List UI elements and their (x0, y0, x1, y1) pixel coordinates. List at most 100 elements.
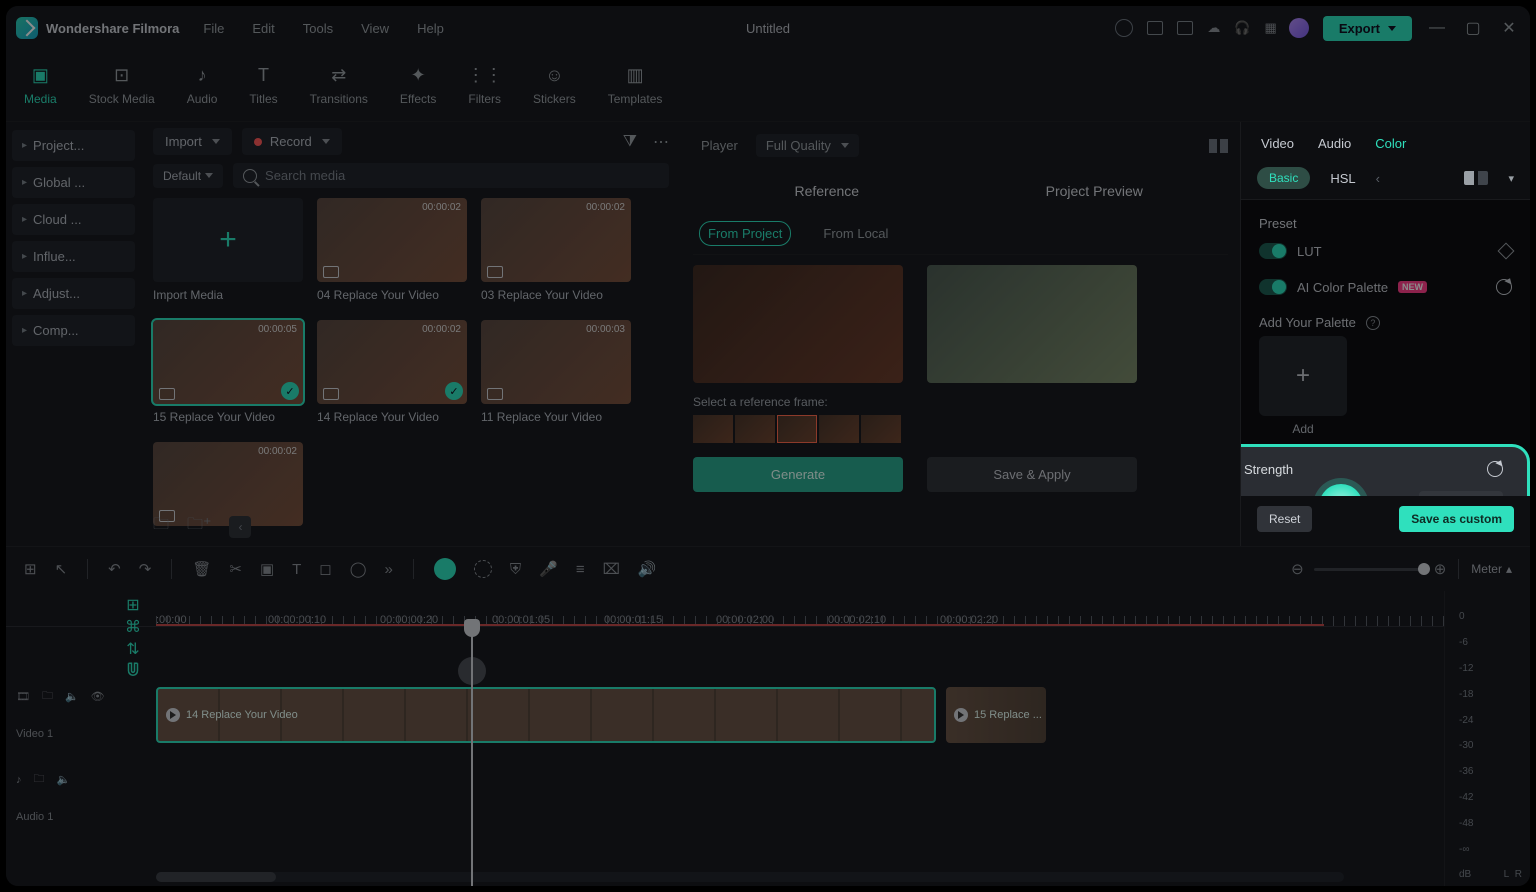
eye-icon[interactable]: 👁 (91, 690, 105, 703)
inspector-tab-audio[interactable]: Audio (1318, 136, 1351, 151)
menu-tools[interactable]: Tools (303, 21, 333, 36)
reference-frame-strip[interactable] (693, 415, 1228, 443)
inspector-tab-video[interactable]: Video (1261, 136, 1294, 151)
tab-filters[interactable]: ⋮⋮Filters (468, 66, 501, 106)
save-apply-button[interactable]: Save & Apply (927, 457, 1137, 492)
tab-titles[interactable]: TTitles (249, 66, 277, 106)
filter-icon[interactable]: ⧩ (623, 133, 637, 151)
source-from-local[interactable]: From Local (815, 222, 896, 245)
tab-effects[interactable]: ✦Effects (400, 66, 436, 106)
pointer-icon[interactable]: ↖ (55, 560, 68, 578)
subtab-hsl[interactable]: HSL (1330, 171, 1355, 186)
menu-file[interactable]: File (203, 21, 224, 36)
timeline-scrollbar[interactable] (156, 872, 1344, 882)
shape-icon[interactable]: ◻ (319, 560, 331, 578)
quality-select[interactable]: Full Quality (756, 134, 859, 157)
device-icon[interactable]: ⌧ (603, 560, 620, 578)
more-tools-icon[interactable]: » (385, 561, 393, 578)
import-media-tile[interactable]: + (153, 198, 303, 282)
timeline-clip[interactable]: 15 Replace ... (946, 687, 1046, 743)
adjust-track-icon[interactable]: ⇅ (126, 639, 139, 659)
minimize-button[interactable]: — (1426, 19, 1448, 37)
help-icon[interactable]: ? (1366, 316, 1380, 330)
tab-transitions[interactable]: ⇄Transitions (310, 66, 368, 106)
close-button[interactable]: ✕ (1498, 18, 1520, 38)
save-as-custom-button[interactable]: Save as custom (1399, 506, 1514, 532)
menu-view[interactable]: View (361, 21, 389, 36)
tree-compound[interactable]: Comp... (12, 315, 135, 346)
tab-stock-media[interactable]: ⊡Stock Media (89, 66, 155, 106)
keyframe-icon[interactable] (1498, 243, 1515, 260)
sound-icon[interactable]: 🔊 (638, 560, 657, 578)
tree-adjust[interactable]: Adjust... (12, 278, 135, 309)
search-input[interactable]: Search media (233, 163, 669, 188)
reset-button[interactable]: Reset (1257, 506, 1312, 532)
tree-global[interactable]: Global ... (12, 167, 135, 198)
audio-track-head[interactable]: ♪ 🗀 🔈 (16, 770, 146, 789)
compare-view-icon[interactable] (1464, 171, 1488, 185)
ai-palette-toggle[interactable] (1259, 279, 1287, 295)
media-thumb[interactable]: 00:00:02✓ (317, 320, 467, 404)
new-folder-icon[interactable]: 🗀 (153, 513, 169, 540)
shield-icon[interactable]: ⛨ (510, 561, 521, 578)
tab-audio[interactable]: ♪Audio (187, 66, 218, 106)
project-preview[interactable] (927, 265, 1137, 383)
zoom-slider[interactable] (1314, 568, 1424, 571)
tracking-icon[interactable] (474, 560, 492, 578)
tree-influencer[interactable]: Influe... (12, 241, 135, 272)
media-thumb[interactable]: 00:00:02 (317, 198, 467, 282)
split-icon[interactable]: ✂ (229, 560, 242, 578)
cloud-icon[interactable]: ☁ (1207, 20, 1220, 36)
tree-cloud[interactable]: Cloud ... (12, 204, 135, 235)
zoom-out-icon[interactable]: ⊖ (1291, 560, 1304, 578)
undo-icon[interactable]: ↶ (108, 560, 121, 578)
reset-ai-palette-icon[interactable] (1496, 279, 1512, 295)
sort-select[interactable]: Default (153, 164, 223, 188)
mute-icon[interactable]: 🔈 (65, 690, 79, 703)
subtab-basic[interactable]: Basic (1257, 167, 1310, 189)
reset-strength-icon[interactable] (1487, 461, 1503, 477)
mic-icon[interactable]: 🎤 (539, 560, 558, 578)
strength-slider-knob[interactable] (1319, 484, 1363, 496)
link-icon[interactable]: ⌘ (125, 617, 141, 637)
export-button[interactable]: Export (1323, 16, 1412, 41)
zoom-in-icon[interactable]: ⊕ (1434, 560, 1447, 578)
tab-templates[interactable]: ▥Templates (608, 66, 663, 106)
menu-edit[interactable]: Edit (252, 21, 274, 36)
tree-project[interactable]: Project... (12, 130, 135, 161)
user-avatar[interactable] (1289, 18, 1309, 38)
mute-icon[interactable]: 🔈 (57, 773, 71, 786)
timeline-clip[interactable]: 14 Replace Your Video (156, 687, 936, 743)
more-icon[interactable]: ⋯ (653, 132, 669, 152)
timeline-ruler[interactable]: :00:00 00:00:00:10 00:00:00:20 00:00:01:… (6, 591, 1444, 627)
new-bin-icon[interactable]: 🗀⁺ (187, 513, 211, 540)
headset-icon[interactable]: 🎧 (1234, 20, 1250, 36)
playhead[interactable] (471, 629, 473, 886)
text-icon[interactable]: T (292, 561, 301, 578)
mask-icon[interactable]: ◯ (350, 560, 367, 578)
meter-label[interactable]: Meter ▴ (1471, 562, 1512, 576)
track-area[interactable]: ⊞ ⌘ ⇅ :00:00 00:00:00:10 00:00:00:20 00:… (6, 591, 1444, 886)
menu-help[interactable]: Help (417, 21, 444, 36)
save-icon[interactable] (1177, 21, 1193, 35)
apps-grid-icon[interactable]: ▦ (1265, 20, 1275, 36)
reference-preview[interactable] (693, 265, 903, 383)
delete-icon[interactable]: 🗑 (192, 560, 211, 578)
redo-icon[interactable]: ↷ (139, 560, 152, 578)
folder-icon[interactable]: 🗀 (34, 770, 45, 789)
layout-icon[interactable] (1147, 21, 1163, 35)
magnet-snap-icon[interactable] (124, 661, 142, 679)
generate-button[interactable]: Generate (693, 457, 903, 492)
media-thumb-selected[interactable]: 00:00:05✓ (153, 320, 303, 404)
compare-layout-icon[interactable] (1209, 139, 1228, 153)
collapse-button[interactable]: ‹ (229, 516, 251, 538)
lut-toggle[interactable] (1259, 243, 1287, 259)
inspector-tab-color[interactable]: Color (1375, 136, 1406, 151)
media-thumb[interactable]: 00:00:02 (481, 198, 631, 282)
video-track-head[interactable]: 🎞 🗀 🔈 👁 (16, 687, 146, 706)
crop-icon[interactable]: ▣ (260, 560, 274, 578)
clip-nav-icon[interactable]: ⊞ (24, 560, 37, 578)
track-options-icon[interactable]: ⊞ (126, 595, 139, 615)
media-thumb[interactable]: 00:00:03 (481, 320, 631, 404)
tab-media[interactable]: ▣Media (24, 66, 57, 106)
